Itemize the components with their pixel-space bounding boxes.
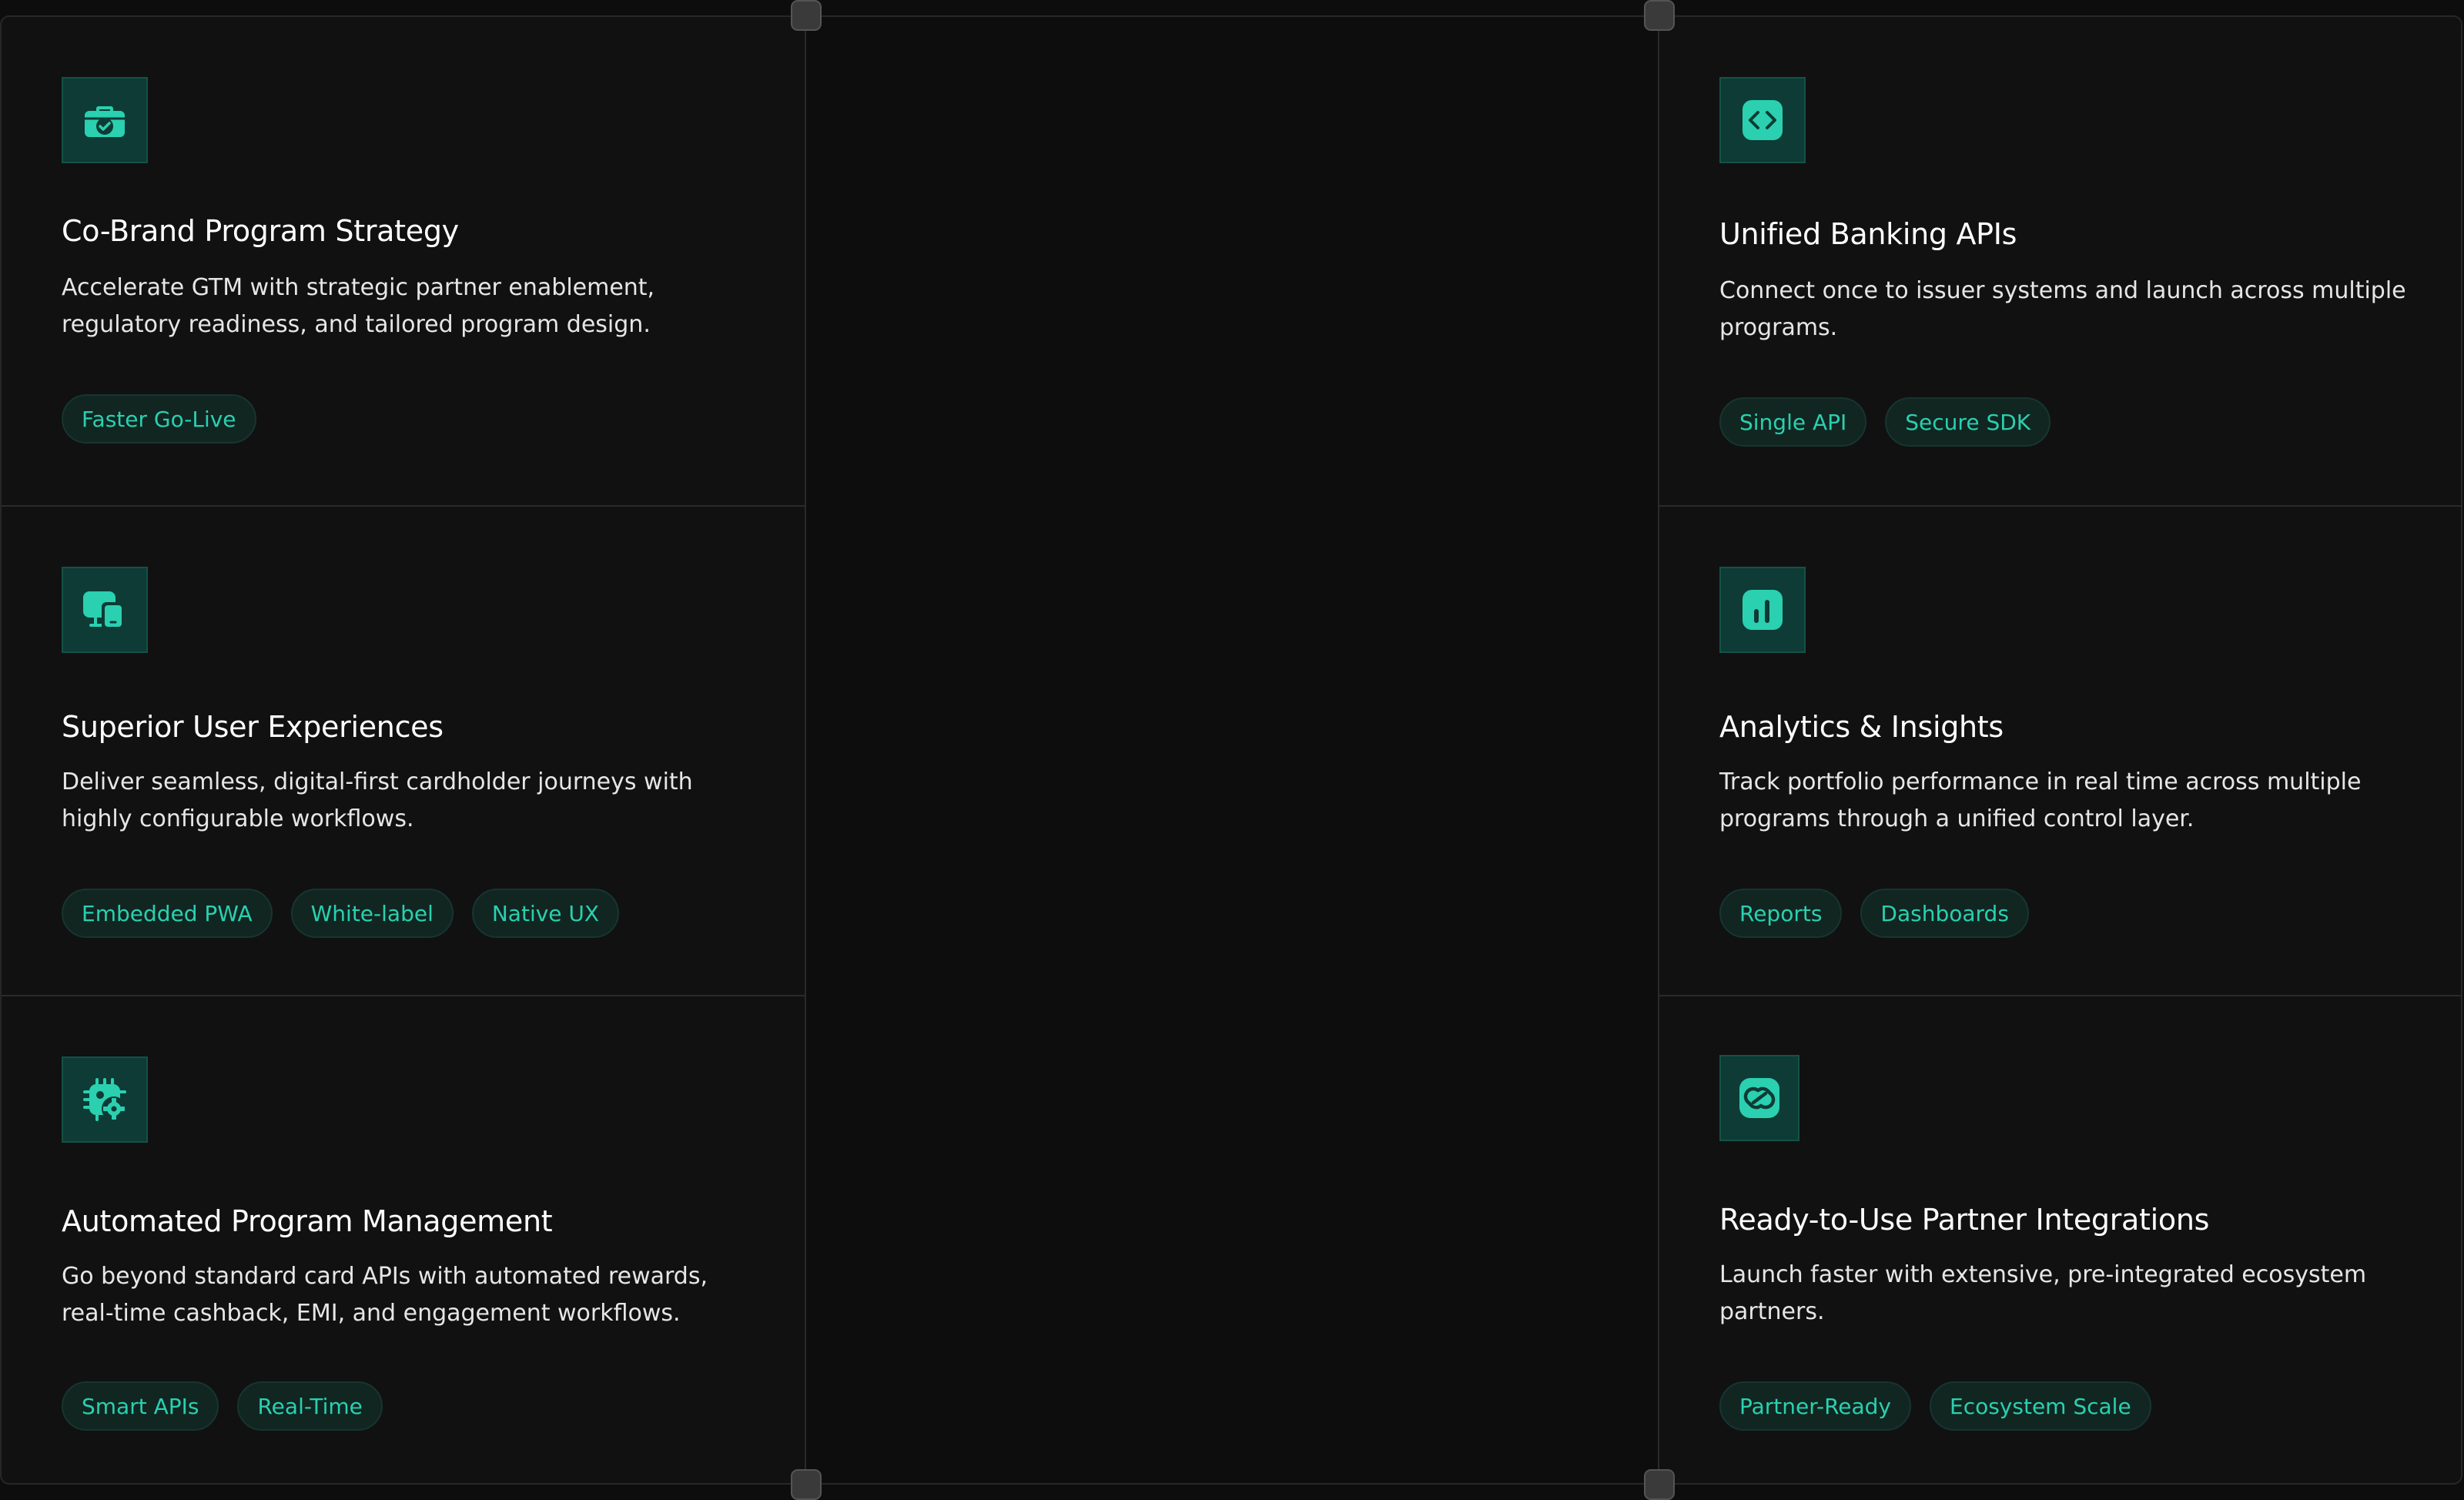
card-title: Analytics & Insights — [1719, 710, 2004, 744]
tag: Real-Time — [237, 1381, 383, 1431]
card-description: Accelerate GTM with strategic partner en… — [62, 274, 655, 338]
feature-card: Co-Brand Program Strategy Accelerate GTM… — [0, 15, 805, 505]
card-description: Go beyond standard card APIs with automa… — [62, 1263, 708, 1327]
card-description: Launch faster with extensive, pre-integr… — [1719, 1261, 2367, 1325]
bar-chart-icon — [1719, 567, 1806, 653]
tag: Smart APIs — [62, 1381, 219, 1431]
chip-gear-icon — [62, 1056, 148, 1143]
tag-list: Smart APIs Real-Time — [62, 1381, 383, 1431]
tag-list: Embedded PWA White-label Native UX — [62, 889, 620, 938]
card-description: Connect once to issuer systems and launc… — [1719, 277, 2406, 341]
column-divider-left — [805, 17, 806, 1483]
tag-list: Faster Go-Live — [62, 394, 256, 444]
code-brackets-icon — [1719, 77, 1806, 163]
card-title: Unified Banking APIs — [1719, 217, 2017, 251]
tag-list: Single API Secure SDK — [1719, 397, 2051, 447]
tag-list: Reports Dashboards — [1719, 889, 2029, 938]
tag-list: Partner-Ready Ecosystem Scale — [1719, 1381, 2151, 1431]
tag: Dashboards — [1860, 889, 2029, 938]
link-icon — [1719, 1055, 1799, 1141]
feature-card: Automated Program Management Go beyond s… — [0, 995, 805, 1485]
devices-icon — [62, 567, 148, 653]
card-title: Co-Brand Program Strategy — [62, 214, 459, 248]
card-title: Automated Program Management — [62, 1204, 553, 1238]
card-title: Superior User Experiences — [62, 710, 444, 744]
tag: Secure SDK — [1885, 397, 2051, 447]
center-empty-area — [806, 17, 1658, 1483]
tag: Embedded PWA — [62, 889, 273, 938]
tag: Faster Go-Live — [62, 394, 256, 444]
tag: Ecosystem Scale — [1930, 1381, 2151, 1431]
tag: White-label — [290, 889, 454, 938]
tag: Partner-Ready — [1719, 1381, 1911, 1431]
feature-card: Ready-to-Use Partner Integrations Launch… — [1658, 995, 2462, 1485]
tag: Native UX — [471, 889, 620, 938]
feature-card: Superior User Experiences Deliver seamle… — [0, 505, 805, 995]
feature-card: Unified Banking APIs Connect once to iss… — [1658, 15, 2462, 505]
feature-card: Analytics & Insights Track portfolio per… — [1658, 505, 2462, 995]
card-title: Ready-to-Use Partner Integrations — [1719, 1203, 2210, 1237]
tag: Reports — [1719, 889, 1843, 938]
features-grid: Co-Brand Program Strategy Accelerate GTM… — [0, 0, 2464, 1500]
card-description: Deliver seamless, digital-first cardhold… — [62, 768, 693, 832]
card-description: Track portfolio performance in real time… — [1719, 768, 2362, 832]
briefcase-check-icon — [62, 77, 148, 163]
tag: Single API — [1719, 397, 1867, 447]
